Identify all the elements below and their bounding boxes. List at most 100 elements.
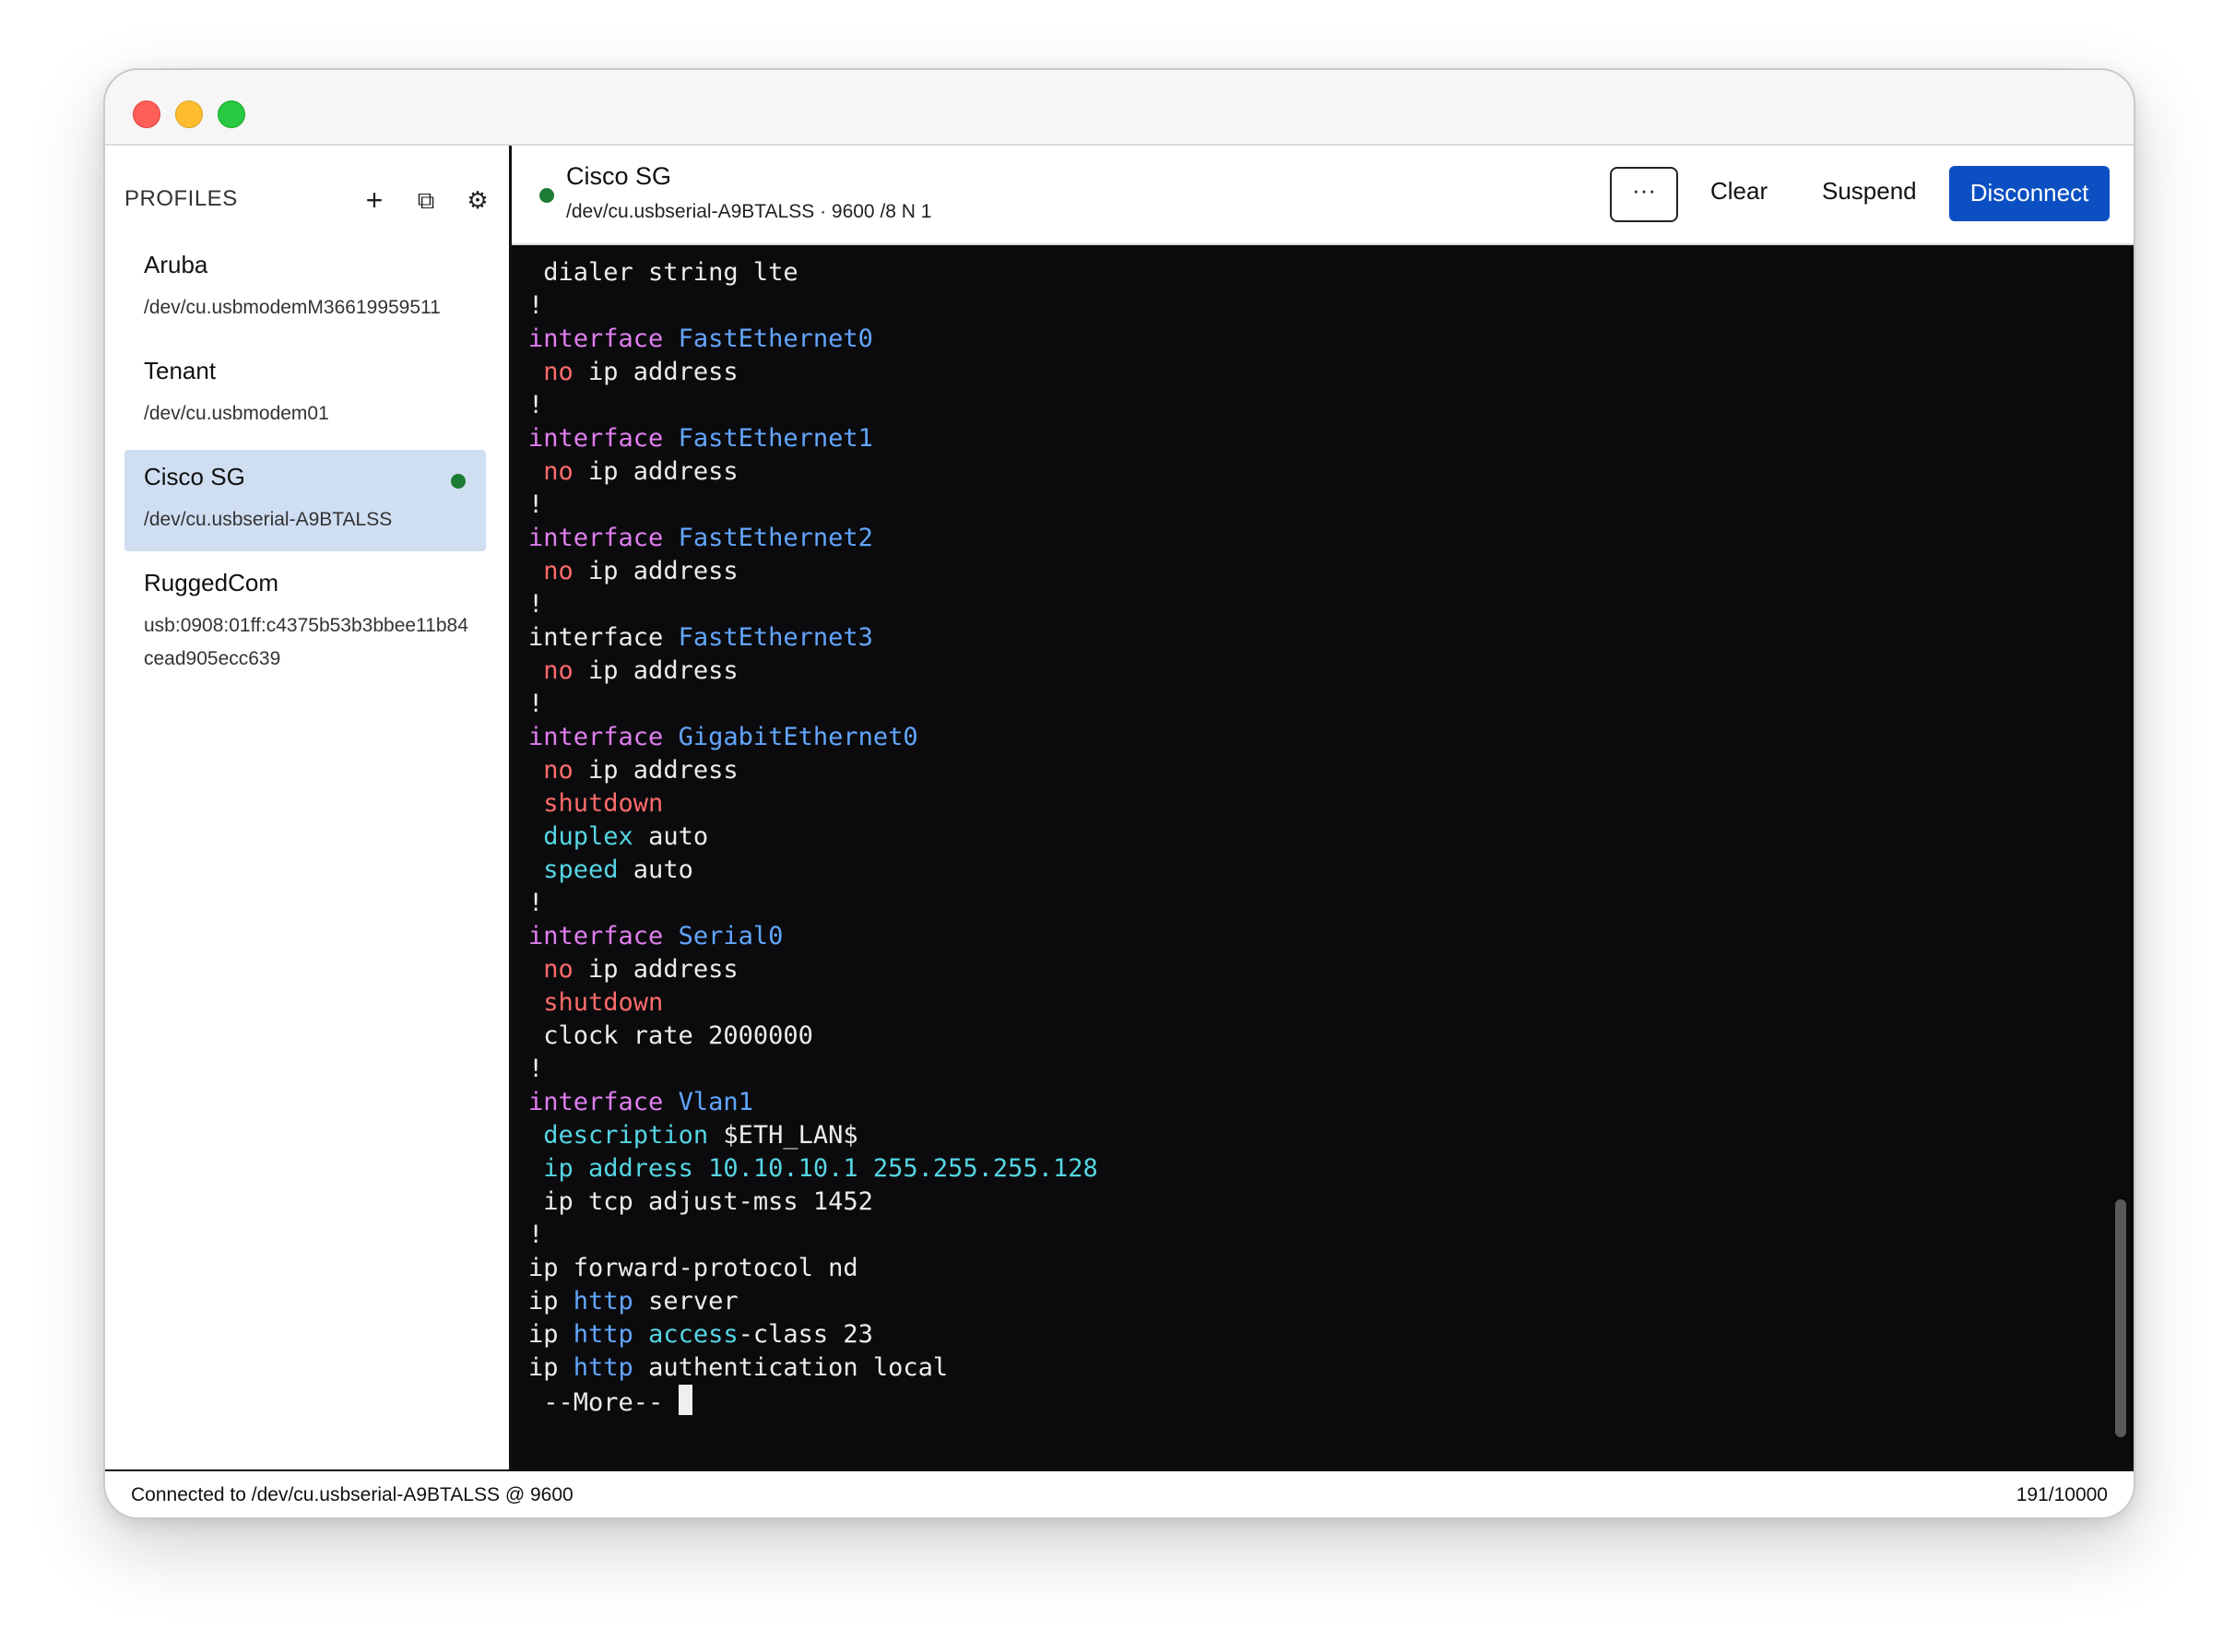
terminal-lines: dialer string lte! interface FastEthernet… [528, 256, 1098, 1418]
zoom-window-button[interactable] [218, 100, 245, 128]
terminal-line: ! [528, 1219, 1098, 1252]
terminal-text-segment: no [543, 955, 574, 984]
profile-name: Tenant [144, 357, 217, 384]
profile-path: /dev/cu.usbmodem01 [144, 403, 329, 424]
status-bar: Connected to /dev/cu.usbserial-A9BTALSS … [105, 1469, 2134, 1517]
terminal-text-segment: ip [528, 1287, 574, 1316]
terminal-text-segment: no [543, 656, 574, 685]
profiles-sidebar: PROFILES + ⧉ ⚙ Aruba /dev/cu.usbmodemM36… [105, 146, 512, 1469]
terminal-line: interface FastEthernet2 [528, 522, 1098, 555]
terminal-text-segment: duplex [543, 822, 633, 851]
terminal-text-segment: no [543, 756, 574, 785]
terminal-text-segment: ! [528, 1055, 544, 1083]
duplicate-profile-icon[interactable]: ⧉ [410, 184, 442, 216]
profile-path: /dev/cu.usbmodemM36619959511 [144, 297, 441, 318]
terminal-text-segment: ip address [573, 756, 739, 785]
terminal-text-segment: ip address [573, 457, 739, 486]
terminal-text-segment: ip forward-protocol nd [528, 1254, 858, 1282]
terminal-line: shutdown [528, 787, 1098, 820]
terminal-text-segment: http [573, 1287, 633, 1316]
terminal-output[interactable]: dialer string lte! interface FastEthernet… [512, 245, 2134, 1469]
terminal-line: interface FastEthernet1 [528, 422, 1098, 455]
terminal-text-segment: -class 23 [738, 1320, 873, 1349]
profile-name: Aruba [144, 251, 208, 278]
terminal-text-segment: ip address [573, 358, 739, 386]
terminal-line: duplex auto [528, 820, 1098, 854]
terminal-line: ! [528, 1053, 1098, 1086]
profiles-title: PROFILES [124, 186, 238, 211]
terminal-text-segment: interface [528, 723, 679, 751]
terminal-line: ! [528, 389, 1098, 422]
terminal-text-segment: interface [528, 524, 679, 552]
terminal-text-segment: ! [528, 889, 544, 917]
terminal-line: interface FastEthernet0 [528, 323, 1098, 356]
profile-item-cisco-sg[interactable]: Cisco SG /dev/cu.usbserial-A9BTALSS [124, 450, 486, 551]
terminal-text-segment: no [543, 457, 574, 486]
session-title: Cisco SG [566, 162, 672, 190]
terminal-text-segment: auto [633, 822, 709, 851]
terminal-text-segment: no [543, 358, 574, 386]
terminal-text-segment: shutdown [543, 988, 664, 1017]
terminal-text-segment: authentication local [633, 1353, 949, 1382]
terminal-text-segment: FastEthernet1 [678, 424, 873, 453]
profile-name: Cisco SG [144, 463, 245, 490]
terminal-line: ip address 10.10.10.1 255.255.255.128 [528, 1152, 1098, 1186]
profile-item-tenant[interactable]: Tenant /dev/cu.usbmodem01 [124, 344, 486, 445]
terminal-text-segment: clock rate 2000000 [528, 1021, 813, 1050]
terminal-cursor [678, 1385, 692, 1415]
terminal-line: ip tcp adjust-mss 1452 [528, 1186, 1098, 1219]
terminal-line: no ip address [528, 754, 1098, 787]
terminal-line: description $ETH_LAN$ [528, 1119, 1098, 1152]
terminal-text-segment: ip [528, 1353, 574, 1382]
terminal-line: no ip address [528, 655, 1098, 688]
terminal-scrollbar[interactable] [2115, 1199, 2126, 1437]
profile-name: RuggedCom [144, 569, 278, 596]
terminal-line: no ip address [528, 356, 1098, 389]
terminal-line: no ip address [528, 455, 1098, 489]
terminal-text-segment: speed [543, 856, 619, 884]
terminal-line: ! [528, 688, 1098, 721]
connected-status-dot [451, 474, 466, 489]
terminal-text-segment: ip address [573, 656, 739, 685]
terminal-line: --More-- [528, 1385, 1098, 1418]
profile-path: /dev/cu.usbserial-A9BTALSS [144, 509, 393, 530]
disconnect-button[interactable]: Disconnect [1949, 166, 2110, 221]
terminal-line: no ip address [528, 555, 1098, 588]
terminal-line: ip http access-class 23 [528, 1318, 1098, 1351]
profile-item-aruba[interactable]: Aruba /dev/cu.usbmodemM36619959511 [124, 238, 486, 339]
terminal-text-segment: interface [528, 324, 679, 353]
add-profile-icon[interactable]: + [359, 184, 390, 216]
minimize-window-button[interactable] [175, 100, 203, 128]
settings-gear-icon[interactable]: ⚙ [462, 184, 493, 216]
terminal-text-segment: interface [528, 1088, 679, 1116]
terminal-line: interface GigabitEthernet0 [528, 721, 1098, 754]
profile-path: usb:0908:01ff:c4375b53b3bbee11b84cead905… [144, 615, 468, 669]
terminal-line: ! [528, 289, 1098, 323]
title-bar [105, 70, 2134, 146]
terminal-line: interface Serial0 [528, 920, 1098, 953]
terminal-text-segment: GigabitEthernet0 [678, 723, 918, 751]
close-window-button[interactable] [133, 100, 160, 128]
terminal-text-segment: http [573, 1320, 633, 1349]
terminal-text-segment: http [573, 1353, 633, 1382]
terminal-text-segment: description [543, 1121, 709, 1150]
terminal-text-segment: interface [528, 424, 679, 453]
terminal-text-segment: FastEthernet2 [678, 524, 873, 552]
terminal-line: interface FastEthernet3 [528, 621, 1098, 655]
terminal-text-segment: ! [528, 590, 544, 619]
terminal-text-segment: ip address 10.10.10.1 255.255.255.128 [543, 1154, 1098, 1183]
terminal-text-segment: ! [528, 1221, 544, 1249]
terminal-text-segment: dialer string lte [528, 258, 798, 287]
more-options-button[interactable]: ··· [1610, 167, 1678, 222]
terminal-line: ip forward-protocol nd [528, 1252, 1098, 1285]
suspend-button[interactable]: Suspend [1822, 177, 1917, 206]
terminal-text-segment: ip [528, 1320, 574, 1349]
clear-button[interactable]: Clear [1710, 177, 1768, 206]
scrollback-count: 191/10000 [2016, 1484, 2108, 1505]
profile-item-ruggedcom[interactable]: RuggedCom usb:0908:01ff:c4375b53b3bbee11… [124, 556, 486, 685]
